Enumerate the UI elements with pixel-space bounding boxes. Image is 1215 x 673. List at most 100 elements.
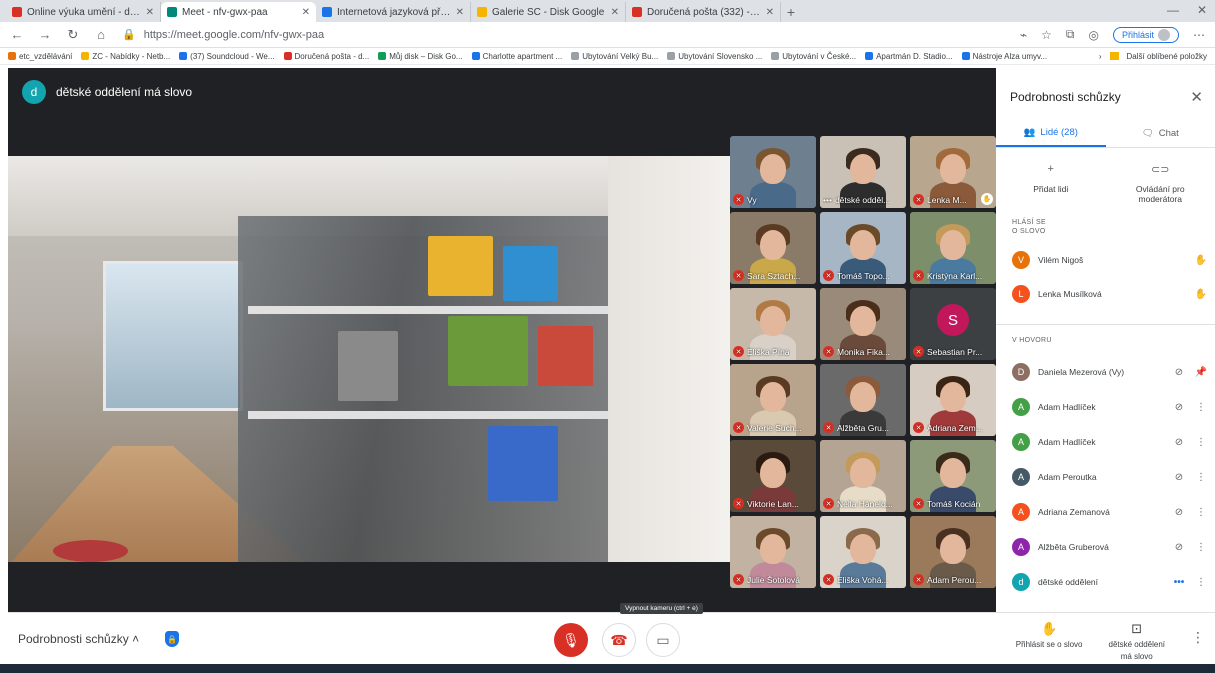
close-window-icon[interactable]: ✕ [1197,3,1207,17]
browser-tab[interactable]: Galerie SC - Disk Google ✕ [471,2,626,22]
participant-tile[interactable]: ✕ Tomáš Topo... [820,212,906,284]
add-people-button[interactable]: + Přidat lidi [1011,158,1091,204]
url-field[interactable]: 🔒 https://meet.google.com/nfv-gwx-paa [122,28,1006,42]
bookmark-item[interactable]: ZC - Nabídky - Netb... [81,52,170,61]
bookmark-item[interactable]: Ubytování Velký Bu... [571,52,658,61]
pin-icon[interactable]: ✋ [981,193,993,205]
participant-tile[interactable]: ✕ Tomáš Kocián [910,440,996,512]
bookmark-item[interactable]: Můj disk – Disk Go... [378,52,463,61]
mic-off-icon: 🎙 [562,631,580,648]
participant-name-bar: ✕ Vy [733,194,813,205]
participant-tile[interactable]: ✕ Valerie Such... [730,364,816,436]
participant-tile[interactable]: ✕ Monika Fika... [820,288,906,360]
minimize-icon[interactable]: — [1167,3,1179,17]
bookmark-item[interactable]: Ubytování v České... [771,52,856,61]
close-icon[interactable]: ✕ [1190,88,1203,106]
security-shield-icon[interactable]: 🔒 [165,631,180,647]
main-video[interactable] [8,156,730,562]
participant-tile[interactable]: S ✕ Sebastian Pr... [910,288,996,360]
collections-icon[interactable]: ⧉ [1066,27,1075,42]
close-tab-icon[interactable]: ✕ [302,7,310,18]
raised-hand-icon[interactable]: ✋ [1194,289,1208,300]
participant-tile[interactable]: ✕ Eliška Pína [730,288,816,360]
signin-button[interactable]: Přihlásit [1112,26,1179,43]
participant-tile[interactable]: ✕ Adam Perou... [910,516,996,588]
bookmark-item[interactable]: Nástroje Alza umyv... [961,52,1047,61]
profile-icon[interactable]: ◎ [1089,28,1099,42]
participant-tile[interactable]: ✕ Alžběta Gru... [820,364,906,436]
bookmark-item[interactable]: Doručená pošta - d... [283,52,369,61]
participant-tile[interactable]: ✕ Sara Sztach... [730,212,816,284]
more-options-icon[interactable]: ⋮ [1194,437,1208,448]
bookmark-item[interactable]: Charlotte apartment ... [471,52,562,61]
participant-tile[interactable]: ✕ Adriana Zem... [910,364,996,436]
bookmark-label: Apartmán D. Stadio... [876,51,953,61]
bookmark-item[interactable]: (37) Soundcloud - We... [179,52,275,61]
raise-hand-button[interactable]: ✋ Přihlásit se o slovo [1016,621,1083,649]
leave-call-button[interactable]: ☎ [602,623,636,657]
pin-icon[interactable]: 📌 [1194,367,1208,378]
bookmark-item[interactable]: Ubytování Slovensko ... [667,52,762,61]
more-options-icon[interactable]: ⋮ [1194,507,1208,518]
host-controls-button[interactable]: ⊂⊃ Ovládání pro moderátora [1120,158,1200,205]
participant-tile[interactable]: ✕ Vy [730,136,816,208]
browser-tab[interactable]: Internetová jazyková příručka ✕ [316,2,471,22]
more-options-icon[interactable]: ⋮ [1194,472,1208,483]
more-options-icon[interactable]: ⋮ [1194,577,1208,588]
close-tab-icon[interactable]: ✕ [766,7,774,18]
participant-row[interactable]: A Adam Hadlíček ⊘ ⋮ [1012,432,1208,452]
participant-row[interactable]: A Adriana Zemanová ⊘ ⋮ [1012,502,1208,522]
browser-tab[interactable]: Doručená pošta (332) - dmsearc ✕ [626,2,781,22]
more-options-icon[interactable]: ⋮ [1194,402,1208,413]
browser-tab[interactable]: Online výuka umění - dmsearc ✕ [6,2,161,22]
more-menu-icon[interactable]: ⋯ [1193,28,1205,42]
other-bookmarks[interactable]: › Další oblíbené položky [1099,52,1207,61]
favorite-star-icon[interactable]: ☆ [1041,28,1052,42]
more-options-icon[interactable]: ⋮ [1191,629,1205,646]
participant-tile[interactable]: ✕ Eliška Vohá... [820,516,906,588]
back-icon[interactable]: ← [10,27,24,42]
bookmark-icon [81,52,90,60]
participant-row[interactable]: D Daniela Mezerová (Vy) ⊘ 📌 [1012,362,1208,382]
participant-name-bar: ✕ Valerie Such... [733,422,813,433]
new-tab-button[interactable]: + [781,2,801,22]
close-tab-icon[interactable]: ✕ [146,7,154,18]
participant-name: Adam Hadlíček [1038,437,1096,447]
close-tab-icon[interactable]: ✕ [456,7,464,18]
bottom-control-bar: Podrobnosti schůzky ˄ 🔒 Vypnout kameru (… [8,603,1215,664]
participant-row[interactable]: A Adam Hadlíček ⊘ ⋮ [1012,397,1208,417]
raised-hand-row[interactable]: V Vilém Nigoš ✋ [1012,250,1208,270]
participant-tile[interactable]: ✕ Kristýna Karl... [910,212,996,284]
home-icon[interactable]: ⌂ [94,27,108,42]
participant-row[interactable]: d dětské oddělení ••• ⋮ [1012,572,1208,592]
participant-tile[interactable]: ✕ Lenka M... ✋ [910,136,996,208]
mic-off-icon: ✕ [913,574,924,585]
participant-row[interactable]: A Alžběta Gruberová ⊘ ⋮ [1012,537,1208,557]
raised-hand-row[interactable]: L Lenka Musílková ✋ [1012,284,1208,304]
bookmark-item[interactable]: Apartmán D. Stadio... [865,51,953,61]
forward-icon[interactable]: → [38,27,52,42]
close-tab-icon[interactable]: ✕ [611,7,619,18]
more-options-icon[interactable]: ⋮ [1194,542,1208,553]
tab-chat[interactable]: 🗨 Chat [1106,120,1215,147]
participant-tile[interactable]: ✕ Viktorie Lan... [730,440,816,512]
reload-icon[interactable]: ↻ [66,27,80,43]
participant-tile[interactable]: ✕ Nella Hánelo... [820,440,906,512]
participant-grid: ✕ Vy ••• dětské odděl... ✕ Lenka M... ✋ ✕ Sara S… [730,136,996,588]
meeting-details-button[interactable]: Podrobnosti schůzky ˄ [18,632,139,646]
tab-people[interactable]: 👥 Lidé (28) [996,120,1106,147]
raised-hand-icon[interactable]: ✋ [1194,255,1208,266]
presenter-button[interactable]: ⊡ dětské oddělení má slovo [1109,621,1166,661]
participant-name-bar: ••• dětské odděl... [823,195,903,205]
participant-tile[interactable]: ✕ Julie Šotolová [730,516,816,588]
participant-row[interactable]: A Adam Peroutka ⊘ ⋮ [1012,467,1208,487]
camera-permission-icon[interactable]: ⌁ [1020,28,1027,42]
participant-face [760,382,786,412]
browser-tab[interactable]: Meet - nfv-gwx-paa ✕ [161,2,316,22]
participant-name-bar: ✕ Eliška Vohá... [823,574,903,585]
video-shelf [248,411,608,419]
camera-button[interactable]: ▭ [646,623,680,657]
participant-tile[interactable]: ••• dětské odděl... [820,136,906,208]
microphone-off-button[interactable]: 🎙 [554,623,588,657]
bookmark-item[interactable]: etc_vzdělávání [8,52,72,61]
